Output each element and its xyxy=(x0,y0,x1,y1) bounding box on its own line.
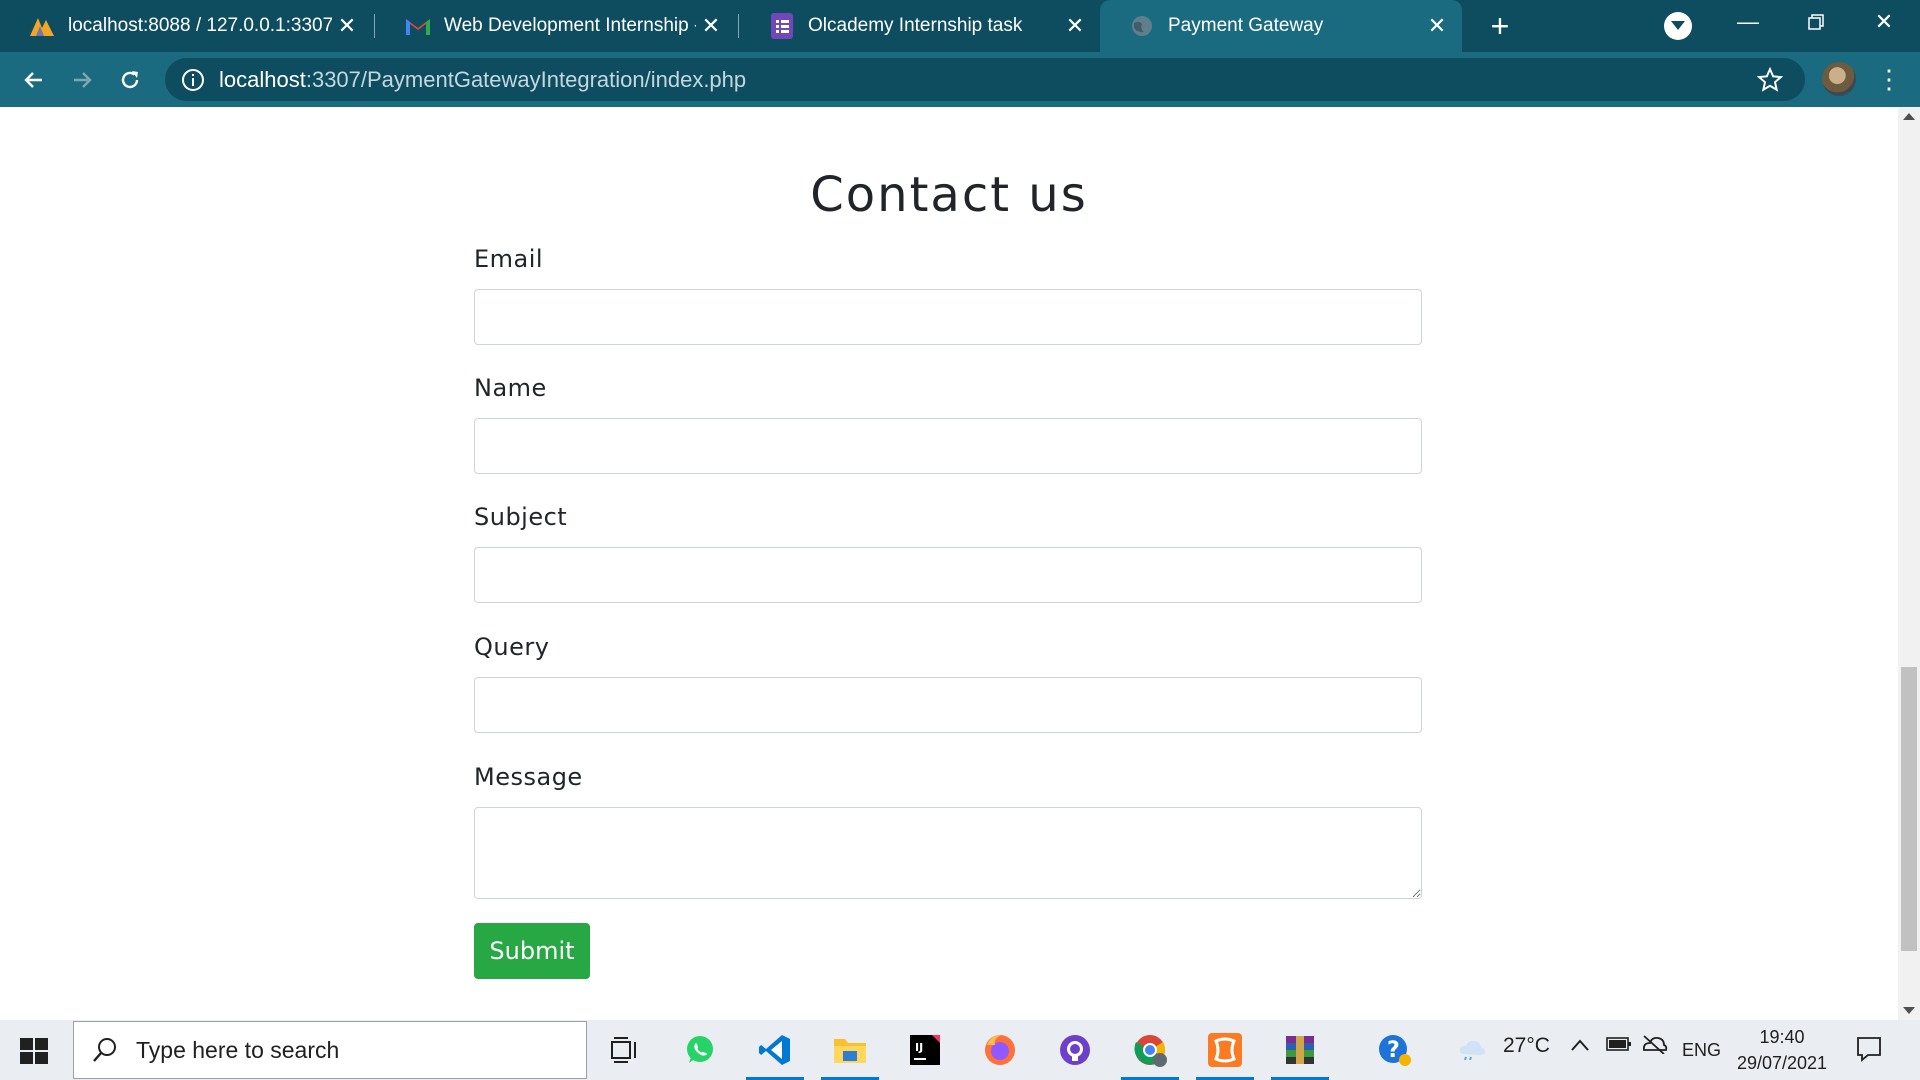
tab-title: Web Development Internship - ta xyxy=(444,15,696,36)
chevron-down-icon xyxy=(1671,21,1685,30)
winrar-icon[interactable] xyxy=(1271,1028,1329,1080)
notification-icon[interactable] xyxy=(1856,1036,1882,1067)
help-icon[interactable]: ? xyxy=(1366,1028,1424,1072)
url-text: localhost:3307/PaymentGatewayIntegration… xyxy=(219,67,746,93)
github-desktop-icon[interactable] xyxy=(1046,1028,1104,1072)
taskbar-clock[interactable]: 19:40 29/07/2021 xyxy=(1728,1024,1836,1076)
arrow-left-icon xyxy=(24,72,42,88)
subject-label: Subject xyxy=(474,503,568,531)
xampp-icon[interactable] xyxy=(1196,1028,1254,1080)
chevron-up-icon[interactable] xyxy=(1570,1034,1590,1058)
address-bar[interactable]: localhost:3307/PaymentGatewayIntegration… xyxy=(165,58,1805,101)
vscode-icon[interactable] xyxy=(746,1028,804,1080)
page-scrollbar[interactable] xyxy=(1898,107,1920,1020)
intellij-icon[interactable]: IJ xyxy=(896,1028,954,1072)
message-label: Message xyxy=(474,763,583,791)
browser-toolbar: localhost:3307/PaymentGatewayIntegration… xyxy=(0,52,1920,107)
submit-button[interactable]: Submit xyxy=(474,923,590,979)
tab-title: localhost:8088 / 127.0.0.1:3307 / xyxy=(68,15,332,36)
tab-gmail[interactable]: Web Development Internship - ta ✕ xyxy=(376,0,736,52)
new-tab-button[interactable]: + xyxy=(1480,6,1520,46)
whatsapp-icon[interactable] xyxy=(671,1028,729,1072)
tab-title: Payment Gateway xyxy=(1168,15,1324,36)
menu-kebab-icon[interactable]: ⋮ xyxy=(1876,64,1902,96)
close-icon[interactable]: ✕ xyxy=(1060,13,1090,39)
taskbar-search-input[interactable]: Type here to search xyxy=(73,1021,587,1079)
bookmark-star-icon[interactable] xyxy=(1757,67,1783,93)
name-label: Name xyxy=(474,374,547,402)
query-field[interactable] xyxy=(474,677,1422,733)
web-page: Contact us Email Name Subject Query Mess… xyxy=(0,107,1898,1020)
subject-field[interactable] xyxy=(474,547,1422,603)
minimize-button[interactable]: — xyxy=(1718,0,1778,44)
phpmyadmin-icon xyxy=(28,12,56,40)
language-indicator[interactable]: ENG xyxy=(1682,1040,1721,1061)
arrow-right-icon xyxy=(74,72,92,88)
search-icon xyxy=(93,1038,116,1062)
chrome-icon[interactable] xyxy=(1121,1028,1179,1080)
firefox-icon[interactable] xyxy=(971,1028,1029,1072)
task-view-icon[interactable] xyxy=(596,1028,654,1072)
battery-icon[interactable] xyxy=(1606,1034,1632,1058)
close-window-button[interactable]: ✕ xyxy=(1854,0,1914,44)
back-button[interactable] xyxy=(14,60,54,100)
weather-icon[interactable] xyxy=(1458,1034,1488,1066)
profile-avatar[interactable] xyxy=(1822,62,1856,96)
tab-payment-gateway[interactable]: Payment Gateway ✕ xyxy=(1100,0,1462,52)
gmail-icon xyxy=(404,12,432,40)
scroll-down-arrow-icon[interactable] xyxy=(1903,1007,1915,1014)
page-title: Contact us xyxy=(810,167,1088,223)
clock-date: 29/07/2021 xyxy=(1736,1053,1828,1073)
tab-phpmyadmin[interactable]: localhost:8088 / 127.0.0.1:3307 / ✕ xyxy=(0,0,372,52)
reload-button[interactable] xyxy=(110,60,150,100)
tab-title: Olcademy Internship task xyxy=(808,15,1023,36)
close-icon[interactable]: ✕ xyxy=(1422,13,1452,39)
file-explorer-icon[interactable] xyxy=(821,1028,879,1080)
tab-divider xyxy=(738,14,739,38)
email-field[interactable] xyxy=(474,289,1422,345)
scrollbar-thumb[interactable] xyxy=(1901,667,1917,951)
weather-temperature[interactable]: 27°C xyxy=(1503,1034,1550,1058)
scroll-up-arrow-icon[interactable] xyxy=(1903,113,1915,120)
search-placeholder: Type here to search xyxy=(136,1036,340,1063)
svg-text:?: ? xyxy=(1387,1038,1400,1063)
svg-text:IJ: IJ xyxy=(915,1041,923,1054)
windows-taskbar: Type here to search IJ ? 27°C ENG 19:40 … xyxy=(0,1020,1920,1080)
network-icon[interactable] xyxy=(1640,1034,1668,1060)
name-field[interactable] xyxy=(474,418,1422,474)
url-path: :3307/PaymentGatewayIntegration/index.ph… xyxy=(305,66,747,92)
restore-icon xyxy=(1808,14,1824,30)
reload-icon xyxy=(121,71,139,89)
forms-icon xyxy=(768,12,796,40)
windows-start-icon[interactable] xyxy=(20,1038,48,1069)
message-field[interactable] xyxy=(474,807,1422,899)
email-label: Email xyxy=(474,245,544,273)
browser-tab-strip: localhost:8088 / 127.0.0.1:3307 / ✕ Web … xyxy=(0,0,1920,52)
restore-button[interactable] xyxy=(1786,0,1846,44)
globe-icon xyxy=(1128,12,1156,40)
tab-divider xyxy=(374,14,375,38)
tab-forms[interactable]: Olcademy Internship task ✕ xyxy=(740,0,1100,52)
close-icon[interactable]: ✕ xyxy=(696,13,726,39)
query-label: Query xyxy=(474,633,550,661)
forward-button[interactable] xyxy=(62,60,102,100)
url-host: localhost xyxy=(219,66,306,92)
close-icon[interactable]: ✕ xyxy=(332,13,362,39)
info-icon[interactable] xyxy=(181,68,205,92)
tab-search-button[interactable] xyxy=(1664,12,1692,40)
clock-time: 19:40 xyxy=(1759,1027,1805,1047)
